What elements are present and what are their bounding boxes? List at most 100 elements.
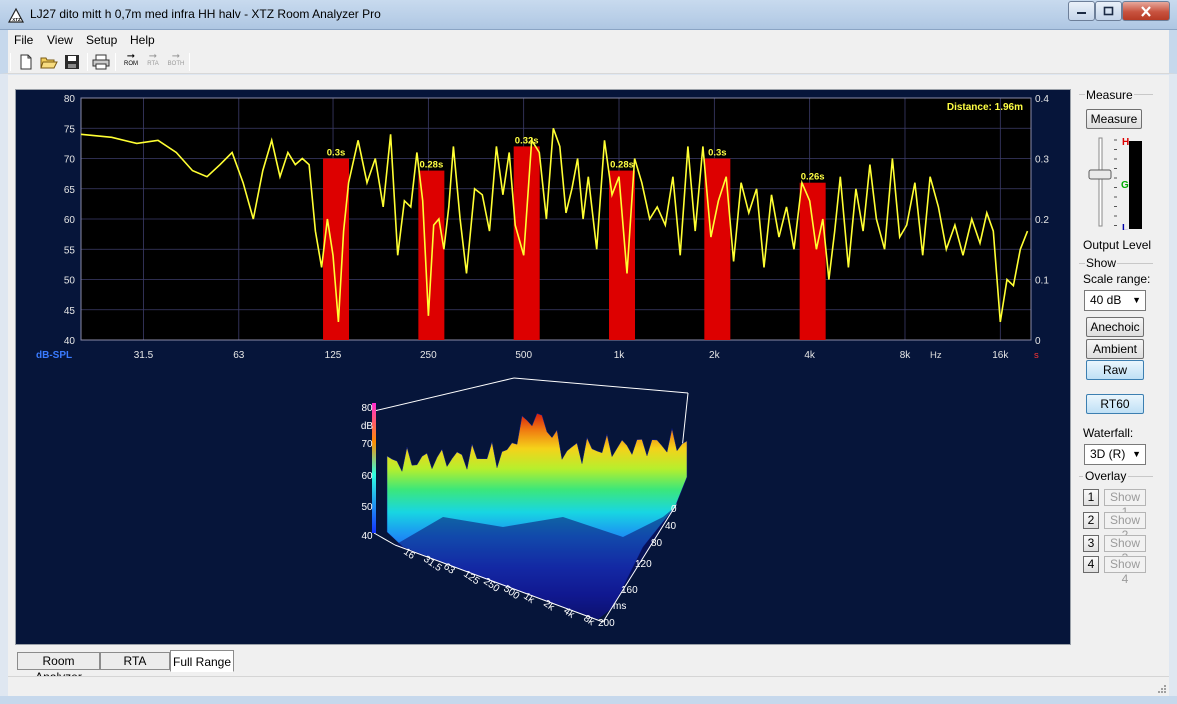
measure-button[interactable]: Measure <box>1086 109 1142 129</box>
anechoic-button[interactable]: Anechoic <box>1086 317 1144 337</box>
x-tick-label: 500 <box>515 350 532 361</box>
y-tick-label: 65 <box>64 185 76 196</box>
overlay-group-label: Overlay <box>1083 469 1129 483</box>
x-tick-label: 31.5 <box>134 350 154 361</box>
y2-unit-label: s <box>1034 350 1039 361</box>
rt60-bar-label: 0.3s <box>327 148 346 159</box>
print-icon <box>92 54 110 70</box>
waterfall-select[interactable]: 3D (R) ▼ <box>1084 444 1146 465</box>
scale-range-label: Scale range: <box>1083 272 1151 286</box>
resize-grip-icon[interactable] <box>1155 682 1167 694</box>
waterfall-label: Waterfall: <box>1083 426 1134 440</box>
waterfall-time-tick-label: 40 <box>665 521 677 532</box>
y-tick-label: 55 <box>64 245 76 256</box>
overlay-show-1-button[interactable]: Show 1 <box>1104 489 1146 519</box>
overlay-1-button[interactable]: 1 <box>1083 489 1099 506</box>
spl-chart[interactable]: 80 75 70 65 60 55 50 45 40 0.4 0.3 0.2 0.1 0 31.5 63 1… <box>23 90 1067 364</box>
rt60-bar <box>609 170 636 340</box>
tab-room-analyzer[interactable]: Room Analyzer <box>17 652 100 684</box>
save-icon <box>65 55 79 69</box>
maximize-button[interactable] <box>1095 1 1122 21</box>
raw-button[interactable]: Raw <box>1086 360 1144 380</box>
menu-setup[interactable]: Setup <box>86 33 117 47</box>
tab-rta[interactable]: RTA <box>100 652 170 670</box>
both-button[interactable]: ➞ BOTH <box>165 52 187 72</box>
y-tick-label: 75 <box>64 124 76 135</box>
x-tick-label: 4k <box>804 350 816 361</box>
meter-label-high: H <box>1122 137 1129 148</box>
x-tick-label: 8k <box>900 350 912 361</box>
save-button[interactable] <box>62 52 82 72</box>
toolbar: ➞ ROM ➞ RTA ➞ BOTH <box>0 50 1177 74</box>
menu-bar: File View Setup Help <box>0 30 1177 50</box>
x-tick-label: 125 <box>325 350 342 361</box>
print-button[interactable] <box>91 52 111 72</box>
rom-button[interactable]: ➞ ROM <box>120 52 142 72</box>
rom-label: ROM <box>124 61 138 67</box>
minimize-button[interactable] <box>1068 1 1095 21</box>
y2-tick-label: 0.1 <box>1035 276 1049 287</box>
new-file-icon <box>20 54 32 70</box>
overlay-show-4-button[interactable]: Show 4 <box>1104 556 1146 586</box>
rt60-bar-label: 0.26s <box>801 172 825 183</box>
arrow-right-icon: ➞ <box>148 51 158 62</box>
arrow-right-icon: ➞ <box>171 51 181 62</box>
waterfall-time-tick-label: 0 <box>671 504 677 515</box>
menu-help[interactable]: Help <box>130 33 155 47</box>
x-tick-label: 1k <box>614 350 626 361</box>
y2-tick-label: 0.2 <box>1035 215 1049 226</box>
waterfall-time-tick-label: 200 <box>598 618 615 629</box>
rt60-bar <box>513 146 540 340</box>
y-tick-label: 80 <box>64 94 76 105</box>
output-level-control: H G L <box>1088 137 1142 230</box>
arrow-right-icon: ➞ <box>126 51 136 62</box>
waterfall-value: 3D (R) <box>1090 447 1126 461</box>
slider-track <box>1098 137 1103 227</box>
scale-range-select[interactable]: 40 dB ▼ <box>1084 290 1146 311</box>
waterfall-z-tick-label: 80 <box>361 403 373 414</box>
measure-group-label: Measure <box>1085 88 1134 102</box>
y-tick-label: 45 <box>64 306 76 317</box>
rt60-bar <box>799 182 826 340</box>
output-level-label: Output Level <box>1083 238 1152 252</box>
overlay-4-button[interactable]: 4 <box>1083 556 1099 573</box>
overlay-3-button[interactable]: 3 <box>1083 535 1099 552</box>
menu-view[interactable]: View <box>47 33 73 47</box>
new-file-button[interactable] <box>16 52 36 72</box>
menu-file[interactable]: File <box>14 33 33 47</box>
open-button[interactable] <box>39 52 59 72</box>
rt60-bar-label: 0.32s <box>515 135 539 146</box>
dropdown-arrow-icon: ▼ <box>1132 295 1141 305</box>
y-axis-ticks: 80 75 70 65 60 55 50 45 40 <box>64 94 76 347</box>
waterfall-z-tick-label: 70 <box>361 439 373 450</box>
x-tick-label: 16k <box>992 350 1009 361</box>
control-panel: Measure Measure H G L Output Level Show … <box>1077 88 1157 636</box>
x-tick-label: 250 <box>420 350 437 361</box>
y-tick-label: 50 <box>64 276 76 287</box>
rt60-bar-label: 0.28s <box>419 160 443 171</box>
overlay-show-3-button[interactable]: Show 3 <box>1104 535 1146 565</box>
rta-button[interactable]: ➞ RTA <box>142 52 164 72</box>
overlay-2-button[interactable]: 2 <box>1083 512 1099 529</box>
output-level-slider-thumb[interactable] <box>1088 169 1112 180</box>
tab-full-range[interactable]: Full Range <box>170 650 234 672</box>
waterfall-time-tick-label: 80 <box>651 538 663 549</box>
rt60-bar <box>323 158 350 340</box>
y2-tick-label: 0.3 <box>1035 155 1049 166</box>
rt60-button[interactable]: RT60 <box>1086 394 1144 414</box>
waterfall-z-tick-label: 60 <box>361 471 373 482</box>
close-button[interactable] <box>1122 1 1170 21</box>
svg-text:XTZ: XTZ <box>12 17 21 22</box>
ambient-button[interactable]: Ambient <box>1086 339 1144 359</box>
y-tick-label: 60 <box>64 215 76 226</box>
xtz-logo-icon: XTZ <box>8 7 24 23</box>
y2-tick-label: 0.4 <box>1035 94 1049 105</box>
waterfall-z-tick-label: dB <box>361 421 374 432</box>
waterfall-time-tick-label: ms <box>613 601 626 612</box>
waterfall-3d-plot[interactable]: 80dB70605040 16 31.563 125 250 500 1k 2k 4k 8k 0… <box>23 367 1067 641</box>
slider-ticks <box>1114 139 1117 226</box>
rt60-bar-label: 0.28s <box>610 160 634 171</box>
meter-label-low: L <box>1122 223 1128 230</box>
level-meter <box>1129 141 1142 229</box>
overlay-show-2-button[interactable]: Show 2 <box>1104 512 1146 542</box>
